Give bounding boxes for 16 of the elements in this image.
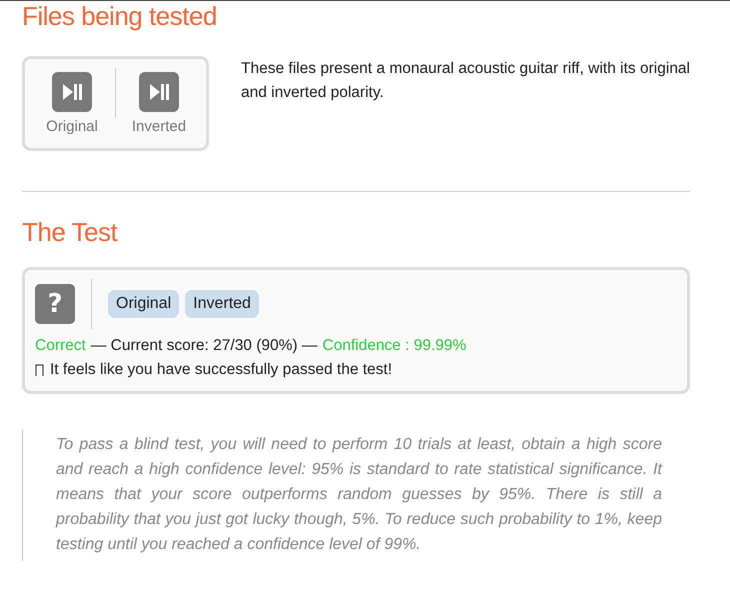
- box-icon: [35, 364, 44, 376]
- player-label: Inverted: [132, 118, 186, 134]
- section-heading: The Test: [22, 217, 118, 247]
- choice-button[interactable]: Original: [108, 290, 180, 318]
- status-text: — Current score: 27/30 (90%) —: [90, 337, 318, 355]
- status-text: Confidence : 99.99%: [322, 337, 466, 355]
- section-heading: Files being tested: [22, 1, 218, 31]
- choice-button[interactable]: Inverted: [185, 290, 259, 318]
- play-pause-button[interactable]: [139, 72, 179, 112]
- verdict-text: It feels like you have successfully passed the test!: [50, 361, 392, 379]
- play-pause-button[interactable]: [52, 72, 92, 112]
- status-text: Correct: [35, 337, 86, 355]
- note-text: To pass a blind test, you will need to perform 10 trials at least, obtain a high score and reach a high confidence level: 95% is standard to rate statistical significance. It means that your score outperforms random guesses by 95%. There is still a probability that you just got lucky though, 5%. To reduce such probability to 1%, keep testing until you reached a confidence level of 99%.: [56, 435, 662, 555]
- player-label: Original: [46, 118, 98, 134]
- question-button[interactable]: ?: [35, 284, 75, 324]
- description-text: These files present a monaural acoustic guitar riff, with its original and inverted polarity.: [241, 59, 690, 103]
